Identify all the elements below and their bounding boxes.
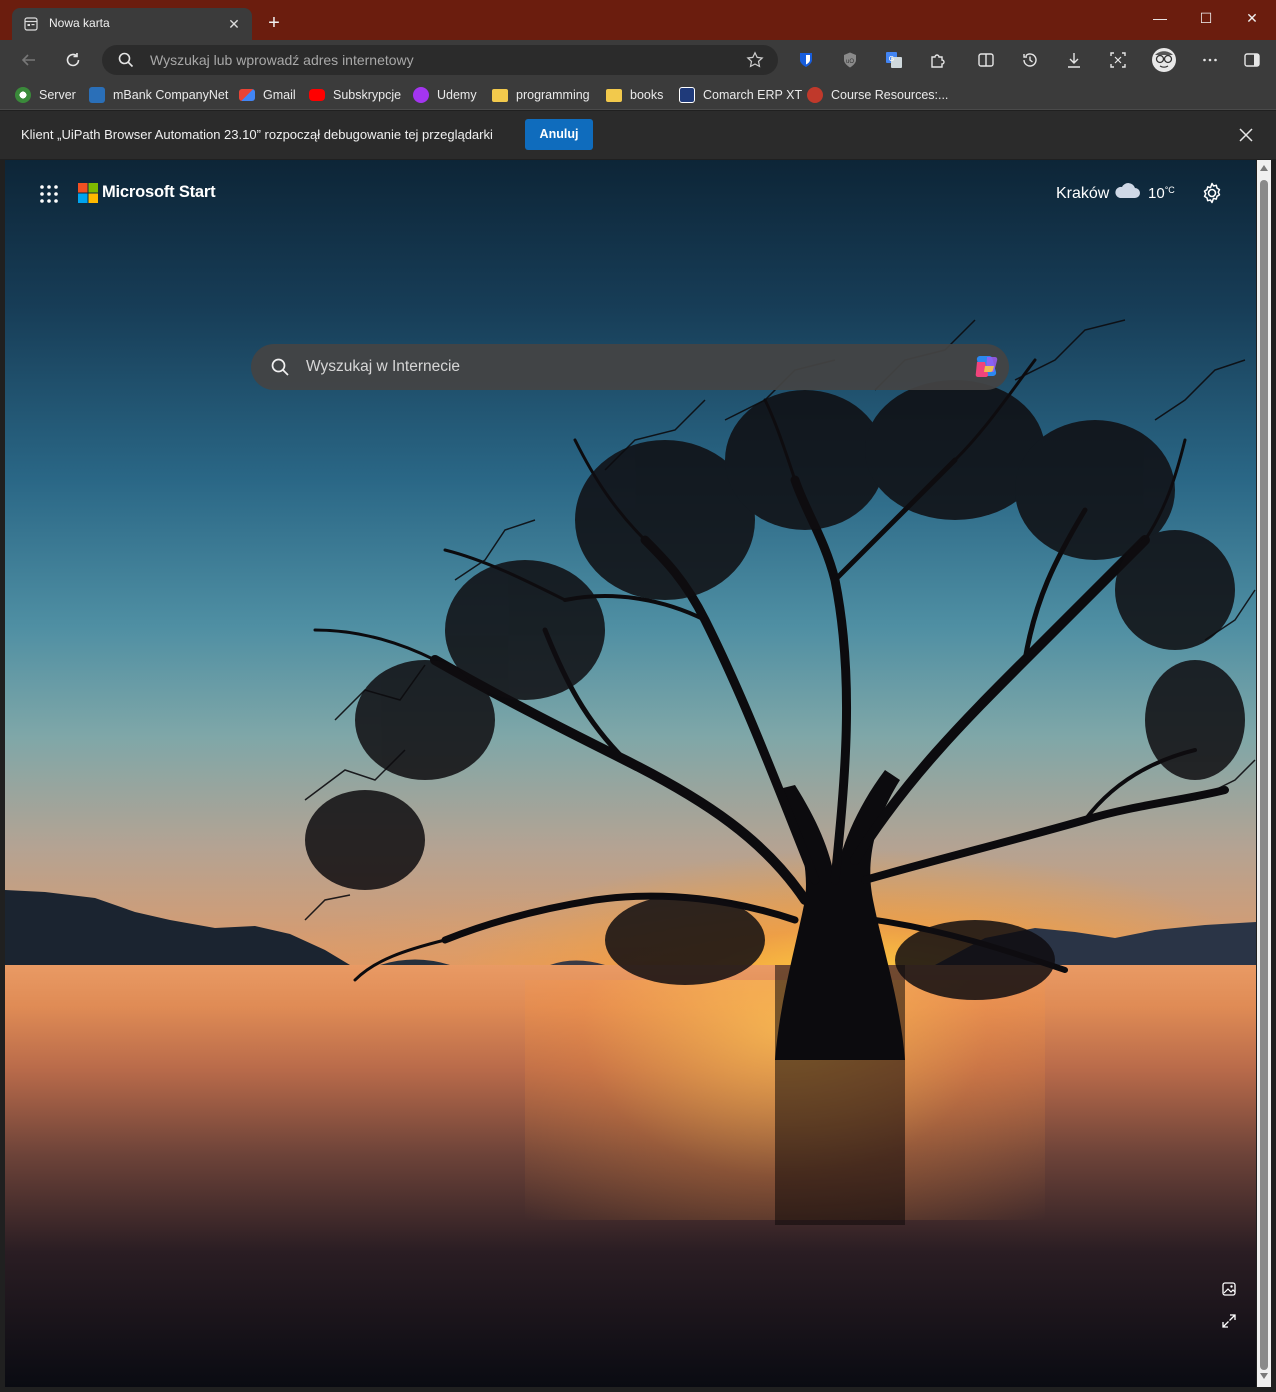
- screenshot-button[interactable]: [1104, 46, 1132, 74]
- profile-button[interactable]: [1150, 46, 1178, 74]
- scroll-up-arrow[interactable]: [1260, 165, 1268, 171]
- svg-text:uO: uO: [846, 59, 854, 65]
- cloud-icon: [1115, 183, 1140, 198]
- copilot-icon[interactable]: [971, 352, 1001, 382]
- cancel-button[interactable]: Anuluj: [525, 119, 593, 150]
- address-bar[interactable]: Wyszukaj lub wprowadź adres internetowy: [102, 45, 778, 75]
- svg-text:G: G: [889, 56, 894, 63]
- toolbar: Wyszukaj lub wprowadź adres internetowy …: [0, 40, 1276, 80]
- temperature-value: 10: [1148, 185, 1165, 202]
- bookmark-label: books: [630, 88, 664, 102]
- downloads-button[interactable]: [1060, 46, 1088, 74]
- weather-city[interactable]: Kraków: [1056, 185, 1109, 203]
- bitwarden-icon: [800, 53, 812, 67]
- extensions-icon: [931, 54, 945, 68]
- history-icon: [1023, 53, 1037, 67]
- translate-icon: G: [886, 52, 902, 68]
- close-icon[interactable]: [1236, 125, 1256, 145]
- bookmark-label: mBank CompanyNet: [113, 88, 229, 102]
- split-screen-icon: [978, 53, 994, 67]
- bookmark-udemy[interactable]: Udemy: [413, 86, 477, 104]
- ublock-icon: uO: [844, 52, 856, 68]
- page-scrollbar[interactable]: [1257, 160, 1271, 1387]
- extensions-button[interactable]: [924, 46, 952, 74]
- brand-title[interactable]: Microsoft Start: [102, 183, 216, 202]
- tab-title: Nowa karta: [49, 16, 110, 30]
- bookmark-label: Server: [39, 88, 76, 102]
- image-info-icon[interactable]: [1220, 1280, 1238, 1298]
- scroll-thumb[interactable]: [1260, 180, 1268, 1370]
- sidebar-button[interactable]: [1238, 46, 1266, 74]
- search-icon: [271, 358, 289, 376]
- course-resources-icon: [807, 87, 823, 103]
- bookmark-mbank[interactable]: mBank CompanyNet: [89, 86, 228, 104]
- bookmark-label: Udemy: [437, 88, 477, 102]
- history-button[interactable]: [1016, 46, 1044, 74]
- bookmark-server[interactable]: Server: [15, 86, 76, 104]
- gear-icon[interactable]: [1201, 182, 1223, 204]
- ublock-extension[interactable]: uO: [836, 46, 864, 74]
- folder-icon: [606, 88, 622, 102]
- bookmark-folder-programming[interactable]: programming: [492, 86, 590, 104]
- more-icon: [1203, 58, 1217, 62]
- back-icon: [21, 54, 35, 66]
- search-icon: [118, 52, 134, 68]
- bookmark-label: Gmail: [263, 88, 296, 102]
- bookmark-gmail[interactable]: Gmail: [239, 86, 296, 104]
- new-tab-button[interactable]: +: [262, 12, 286, 36]
- bookmark-label: Subskrypcje: [333, 88, 402, 102]
- close-window-button[interactable]: ✕: [1230, 4, 1274, 32]
- bookmarks-bar: Server mBank CompanyNet Gmail Subskrypcj…: [0, 80, 1276, 110]
- youtube-icon: [309, 89, 325, 101]
- udemy-icon: [413, 87, 429, 103]
- tree-foliage: [305, 380, 1245, 1000]
- comarch-icon: [679, 87, 695, 103]
- debugging-infobar: Klient „UiPath Browser Automation 23.10”…: [0, 111, 1276, 159]
- search-input[interactable]: Wyszukaj w Internecie: [306, 358, 460, 376]
- refresh-button[interactable]: [59, 46, 87, 74]
- folder-icon: [492, 88, 508, 102]
- bookmark-comarch[interactable]: Comarch ERP XT: [679, 86, 802, 104]
- temperature-unit: °C: [1164, 185, 1175, 195]
- scroll-down-arrow[interactable]: [1260, 1373, 1268, 1379]
- web-search-box[interactable]: Wyszukaj w Internecie: [251, 344, 1009, 390]
- mbank-icon: [89, 87, 105, 103]
- back-button[interactable]: [15, 46, 43, 74]
- newtab-page-icon: [24, 17, 38, 31]
- favorite-star-icon[interactable]: [746, 51, 764, 69]
- screenshot-icon: [1110, 52, 1126, 68]
- refresh-icon: [66, 53, 80, 67]
- tab-close-icon[interactable]: ✕: [224, 14, 244, 34]
- bookmark-label: Comarch ERP XT: [703, 88, 803, 102]
- split-screen-button[interactable]: [972, 46, 1000, 74]
- bookmark-label: Course Resources:...: [831, 88, 949, 102]
- bookmark-label: programming: [516, 88, 590, 102]
- left-islet: [380, 959, 450, 965]
- gmail-icon: [239, 89, 255, 101]
- weather-temperature[interactable]: 10°C: [1148, 185, 1175, 202]
- right-islet: [550, 960, 605, 965]
- expand-icon[interactable]: [1220, 1312, 1238, 1330]
- apps-grid-icon[interactable]: [39, 184, 59, 204]
- tab-new-tab[interactable]: Nowa karta ✕: [12, 8, 252, 40]
- more-menu-button[interactable]: [1196, 46, 1224, 74]
- downloads-icon: [1068, 53, 1080, 68]
- title-bar: Nowa karta ✕ + — ☐ ✕: [0, 0, 1276, 40]
- minimize-button[interactable]: —: [1138, 4, 1182, 32]
- maximize-button[interactable]: ☐: [1184, 4, 1228, 32]
- sidebar-icon: [1244, 53, 1260, 67]
- server-globe-icon: [15, 87, 31, 103]
- bookmark-folder-books[interactable]: books: [606, 86, 663, 104]
- infobar-message: Klient „UiPath Browser Automation 23.10”…: [21, 127, 493, 142]
- profile-avatar-icon: [1152, 48, 1176, 72]
- address-input[interactable]: Wyszukaj lub wprowadź adres internetowy: [150, 52, 414, 68]
- microsoft-logo-icon: [78, 183, 98, 203]
- translate-extension[interactable]: G: [880, 46, 908, 74]
- left-mountains: [5, 890, 350, 965]
- bookmark-course-resources[interactable]: Course Resources:...: [807, 86, 948, 104]
- bookmark-subskrypcje[interactable]: Subskrypcje: [309, 86, 401, 104]
- bitwarden-extension[interactable]: [792, 46, 820, 74]
- new-tab-page: Microsoft Start Kraków 10°C Wyszukaj w I…: [5, 160, 1256, 1387]
- browser-window: Nowa karta ✕ + — ☐ ✕ Wyszukaj lub wprowa…: [0, 0, 1276, 1392]
